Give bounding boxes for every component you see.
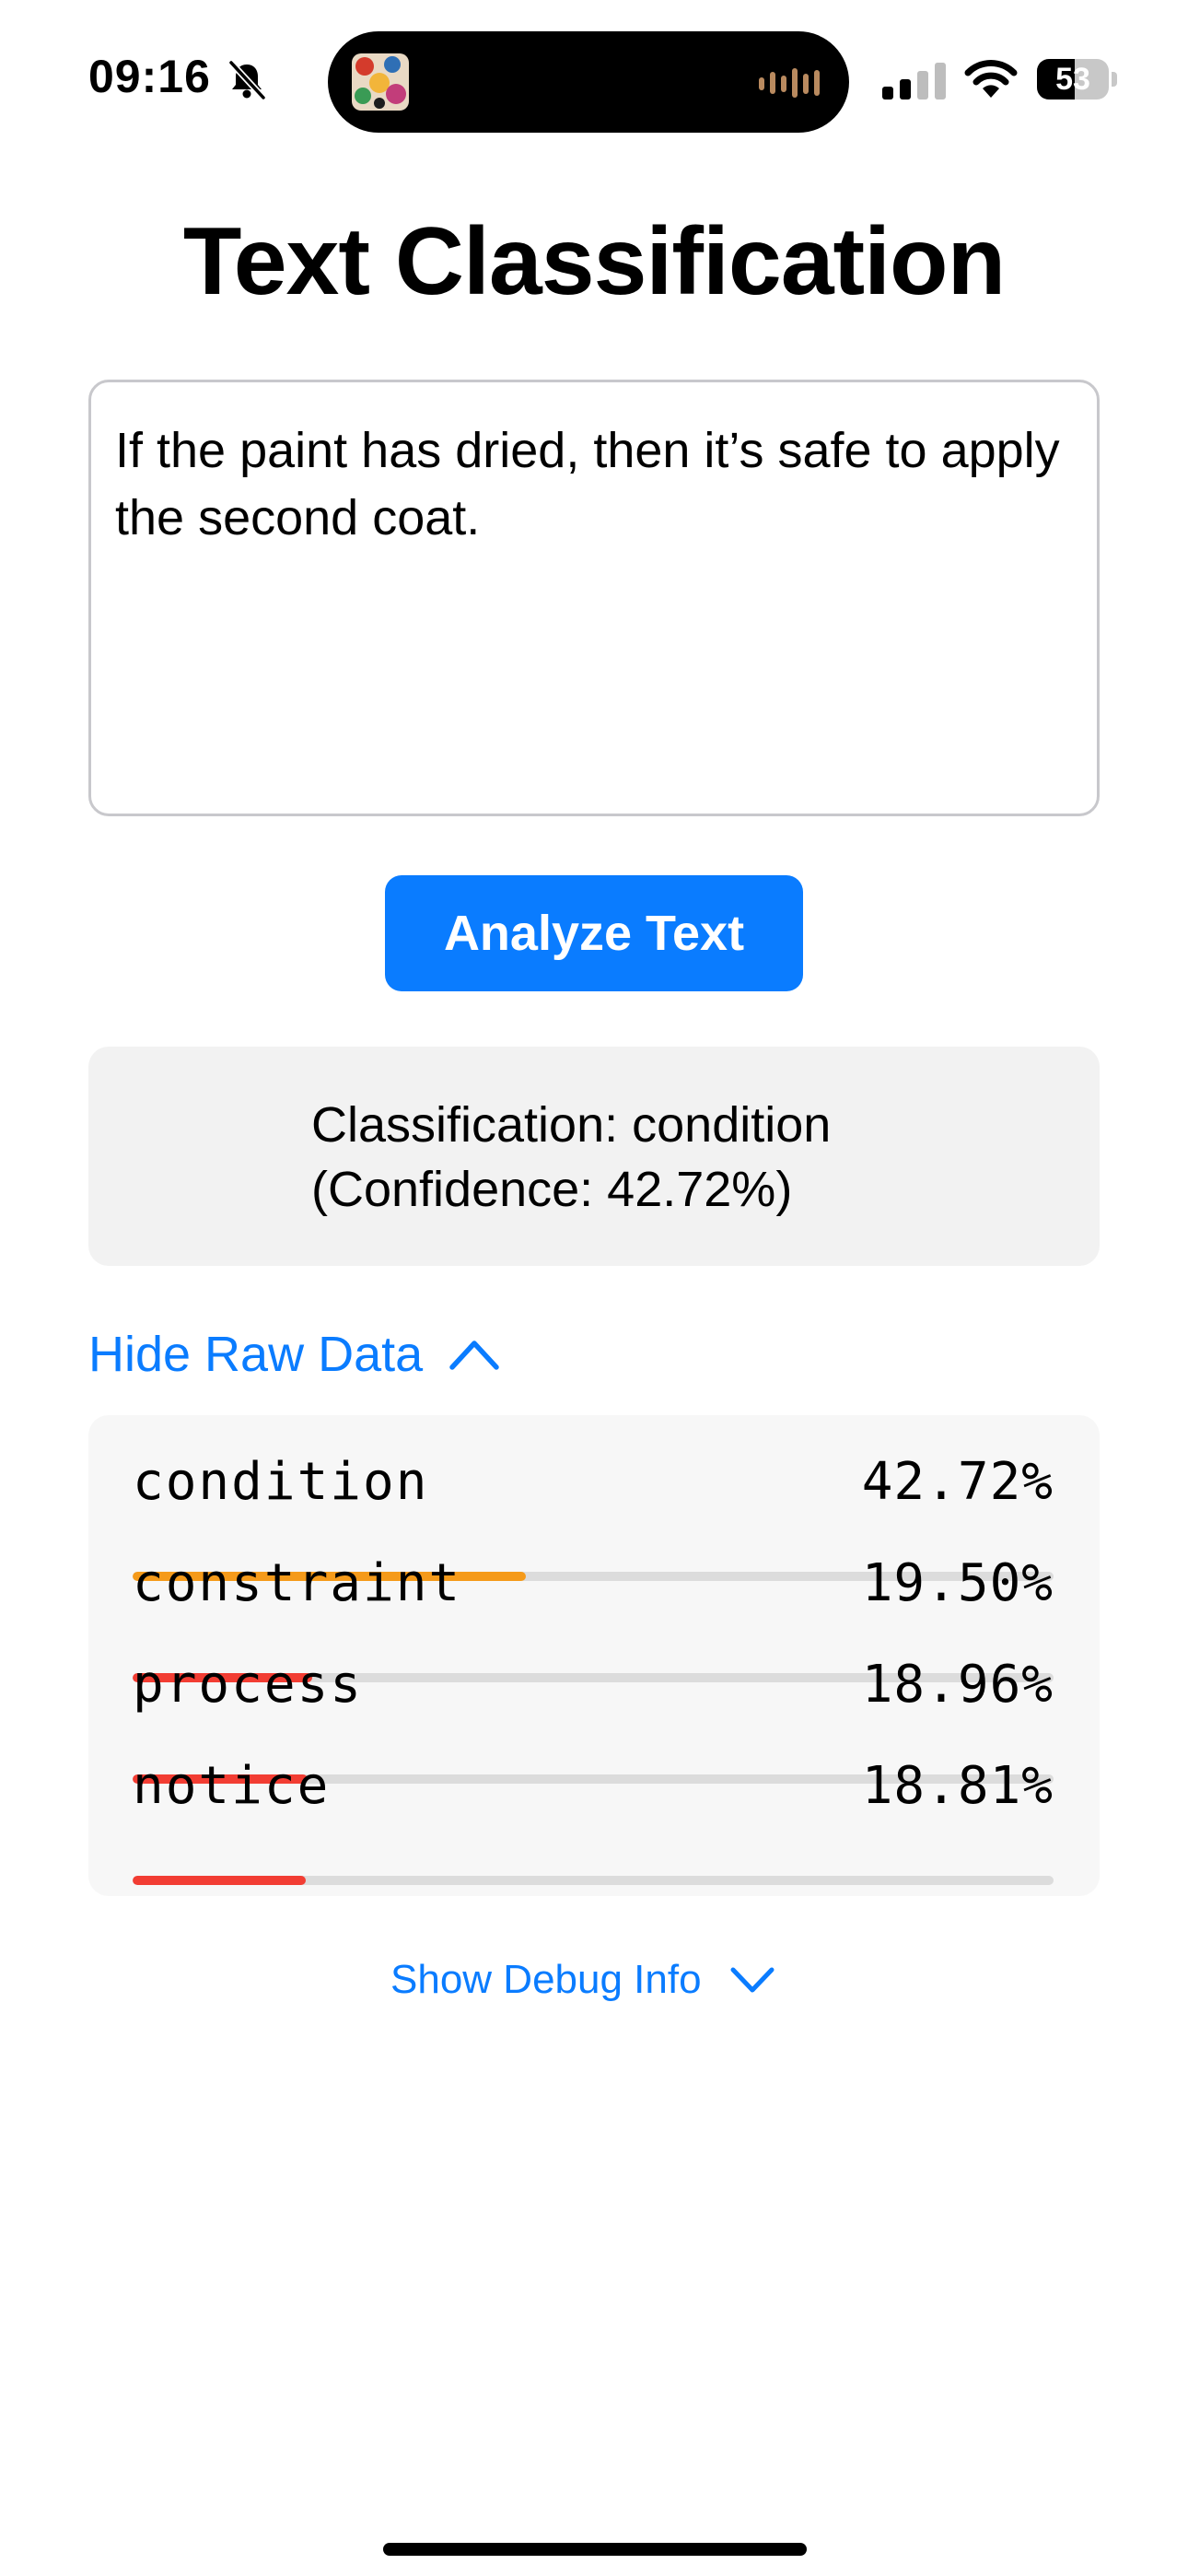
raw-data-label: notice (133, 1756, 331, 1816)
raw-data-row: condition 42.72% (133, 1452, 1054, 1581)
show-debug-info-label: Show Debug Info (390, 1957, 702, 2002)
text-input[interactable]: If the paint has dried, then it’s safe t… (88, 380, 1100, 816)
battery-level: 53 (1055, 62, 1090, 97)
wifi-icon (964, 60, 1018, 98)
chevron-up-icon (449, 1341, 499, 1370)
page-title: Text Classification (182, 208, 1006, 315)
confidence-label: (Confidence: 42.72%) (311, 1162, 793, 1217)
chevron-down-icon (730, 1967, 775, 1993)
audio-wave-icon (759, 68, 820, 98)
hide-raw-data-button[interactable]: Hide Raw Data (88, 1319, 500, 1389)
album-art-icon (352, 53, 409, 111)
raw-data-row: constraint 19.50% (133, 1553, 1054, 1682)
analyze-text-button[interactable]: Analyze Text (385, 875, 803, 991)
result-text: Classification: condition (Confidence: 4… (311, 1093, 831, 1222)
raw-data-card: condition 42.72% constraint 19.50% proce… (88, 1415, 1100, 1896)
raw-data-label: constraint (133, 1553, 462, 1613)
classification-label: Classification: condition (311, 1097, 832, 1153)
raw-data-value: 19.50% (861, 1553, 1054, 1613)
raw-data-value: 18.96% (861, 1655, 1054, 1715)
bell-muted-icon (228, 60, 266, 100)
raw-data-bar (133, 1876, 307, 1885)
hide-raw-data-label: Hide Raw Data (88, 1327, 424, 1382)
raw-data-row: process 18.96% (133, 1655, 1054, 1784)
status-bar: 09:16 53 (0, 0, 1188, 157)
status-time: 09:16 (88, 51, 211, 102)
result-card: Classification: condition (Confidence: 4… (88, 1047, 1100, 1266)
show-debug-info-button[interactable]: Show Debug Info (390, 1948, 775, 2012)
battery-icon: 53 (1037, 59, 1117, 100)
raw-data-label: process (133, 1655, 364, 1715)
cellular-signal-icon (882, 63, 946, 100)
dynamic-island[interactable] (328, 31, 849, 133)
raw-data-track (133, 1876, 1054, 1885)
raw-data-row: notice 18.81% (133, 1756, 1054, 1885)
home-indicator[interactable] (383, 2543, 807, 2556)
raw-data-value: 42.72% (861, 1452, 1054, 1512)
raw-data-value: 18.81% (861, 1756, 1054, 1816)
raw-data-label: condition (133, 1452, 429, 1512)
